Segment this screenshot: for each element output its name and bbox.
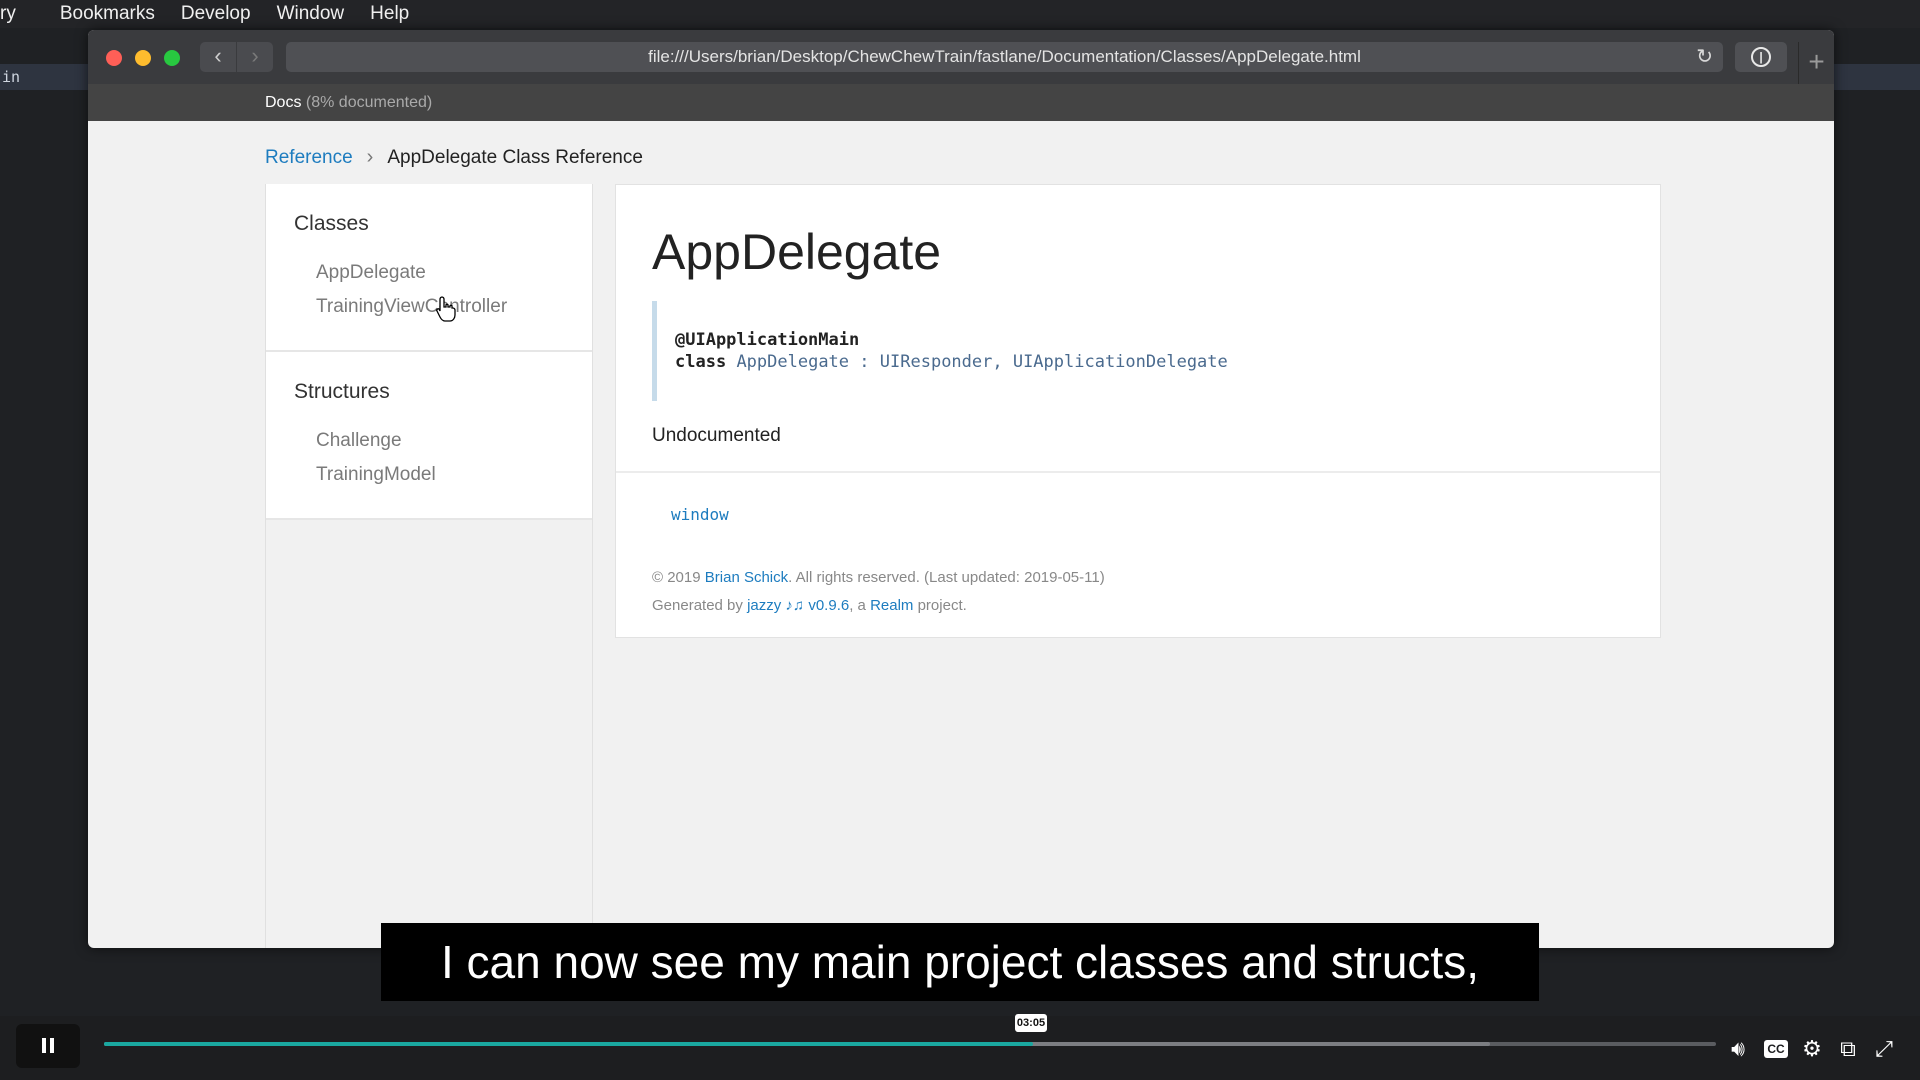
background-editor-fragment-right [1830,64,1920,90]
exit-fullscreen-icon[interactable]: ⤢ [1870,1036,1898,1062]
hand-cursor-icon [436,296,456,322]
plus-icon: + [1808,46,1825,77]
sidebar-section-title[interactable]: Classes [294,212,592,236]
abstract-text: Undocumented [652,425,781,446]
docs-header: Docs (8% documented) [88,84,1834,121]
background-editor-text: in [2,68,21,86]
sidebar-item-challenge[interactable]: Challenge [316,424,592,458]
settings-gear-icon[interactable]: ⚙ [1798,1036,1826,1062]
menu-item-bookmarks[interactable]: Bookmarks [60,3,155,25]
footer-generated-suffix: project. [917,597,967,614]
breadcrumb-current: AppDelegate Class Reference [387,146,643,168]
sidebar-section-title[interactable]: Structures [294,380,592,404]
docs-title[interactable]: Docs [265,94,301,111]
menu-item-window[interactable]: Window [277,3,345,25]
footer-generated-prefix: Generated by [652,597,743,614]
sidebar-item-trainingmodel[interactable]: TrainingModel [316,458,592,492]
menu-item-history[interactable]: ry [0,3,16,25]
sidebar-item-appdelegate[interactable]: AppDelegate [316,256,592,290]
chevron-left-icon: ‹ [214,43,222,68]
breadcrumb: Reference › AppDelegate Class Reference [265,146,643,169]
footer-generated: Generated by jazzy ♪♫ v0.9.6, a Realm pr… [652,597,967,614]
declaration-conformances: UIResponder, UIApplicationDelegate [879,352,1228,372]
property-window-link[interactable]: window [671,505,729,524]
section-divider [616,471,1660,473]
video-caption: I can now see my main project classes an… [381,923,1539,1001]
footer-copyright-prefix: © 2019 [652,569,701,586]
reload-icon[interactable]: ↻ [1696,42,1713,72]
url-text: file:///Users/brian/Desktop/ChewChewTrai… [648,47,1361,66]
password-manager-icon: | [1751,47,1771,67]
background-editor-fragment: in [0,64,90,90]
pause-icon [42,1038,46,1053]
pause-button[interactable] [16,1024,80,1068]
declaration-line: class AppDelegate : UIResponder, UIAppli… [675,351,1632,373]
declaration-keyword: class [675,352,727,372]
address-bar[interactable]: file:///Users/brian/Desktop/ChewChewTrai… [286,42,1723,72]
breadcrumb-reference-link[interactable]: Reference [265,147,353,169]
declaration-block: @UIApplicationMain class AppDelegate : U… [652,301,1632,401]
browser-toolbar: ‹ › file:///Users/brian/Desktop/ChewChew… [88,30,1834,84]
footer-generated-middle: , a [849,597,866,614]
picture-in-picture-icon[interactable]: ⧉ [1834,1036,1862,1062]
window-minimize-button[interactable] [135,50,151,66]
closed-captions-icon[interactable]: CC [1764,1040,1788,1058]
footer-author-link[interactable]: Brian Schick [705,569,788,586]
footer-copyright-suffix: . All rights reserved. (Last updated: 20… [788,569,1105,586]
docs-coverage: (8% documented) [305,94,433,111]
window-close-button[interactable] [106,50,122,66]
forward-button[interactable]: › [237,42,273,72]
declaration-name: AppDelegate [736,352,850,372]
page-title: AppDelegate [652,224,942,280]
chevron-right-icon: › [366,146,374,168]
volume-icon[interactable]: 🔊︎ [1724,1036,1752,1062]
footer-realm-link[interactable]: Realm [870,597,913,614]
new-tab-button[interactable]: + [1798,42,1834,84]
declaration-separator: : [859,352,870,372]
footer-copyright: © 2019 Brian Schick. All rights reserved… [652,569,1105,586]
pause-icon-bar [50,1038,54,1053]
menu-item-help[interactable]: Help [370,3,409,25]
seek-time-tooltip: 03:05 [1015,1014,1047,1032]
window-zoom-button[interactable] [164,50,180,66]
seek-progress [104,1042,1033,1046]
sidebar: Classes AppDelegate TrainingViewControll… [265,184,593,948]
browser-window: ‹ › file:///Users/brian/Desktop/ChewChew… [88,30,1834,948]
menu-bar: ry Bookmarks Develop Window Help [0,0,1920,28]
footer-jazzy-link[interactable]: jazzy ♪♫ v0.9.6 [747,597,849,614]
menu-item-develop[interactable]: Develop [181,3,251,25]
chevron-right-icon: › [251,43,259,68]
seek-bar[interactable] [104,1042,1716,1046]
extension-button[interactable]: | [1735,42,1787,72]
declaration-attribute: @UIApplicationMain [675,330,860,350]
main-content: AppDelegate @UIApplicationMain class App… [615,184,1661,638]
back-button[interactable]: ‹ [200,42,236,72]
video-control-bar: 🔊︎ CC ⚙ ⧉ ⤢ [0,1016,1920,1080]
sidebar-section-classes: Classes AppDelegate TrainingViewControll… [266,184,592,352]
sidebar-section-structures: Structures Challenge TrainingModel [266,352,592,520]
